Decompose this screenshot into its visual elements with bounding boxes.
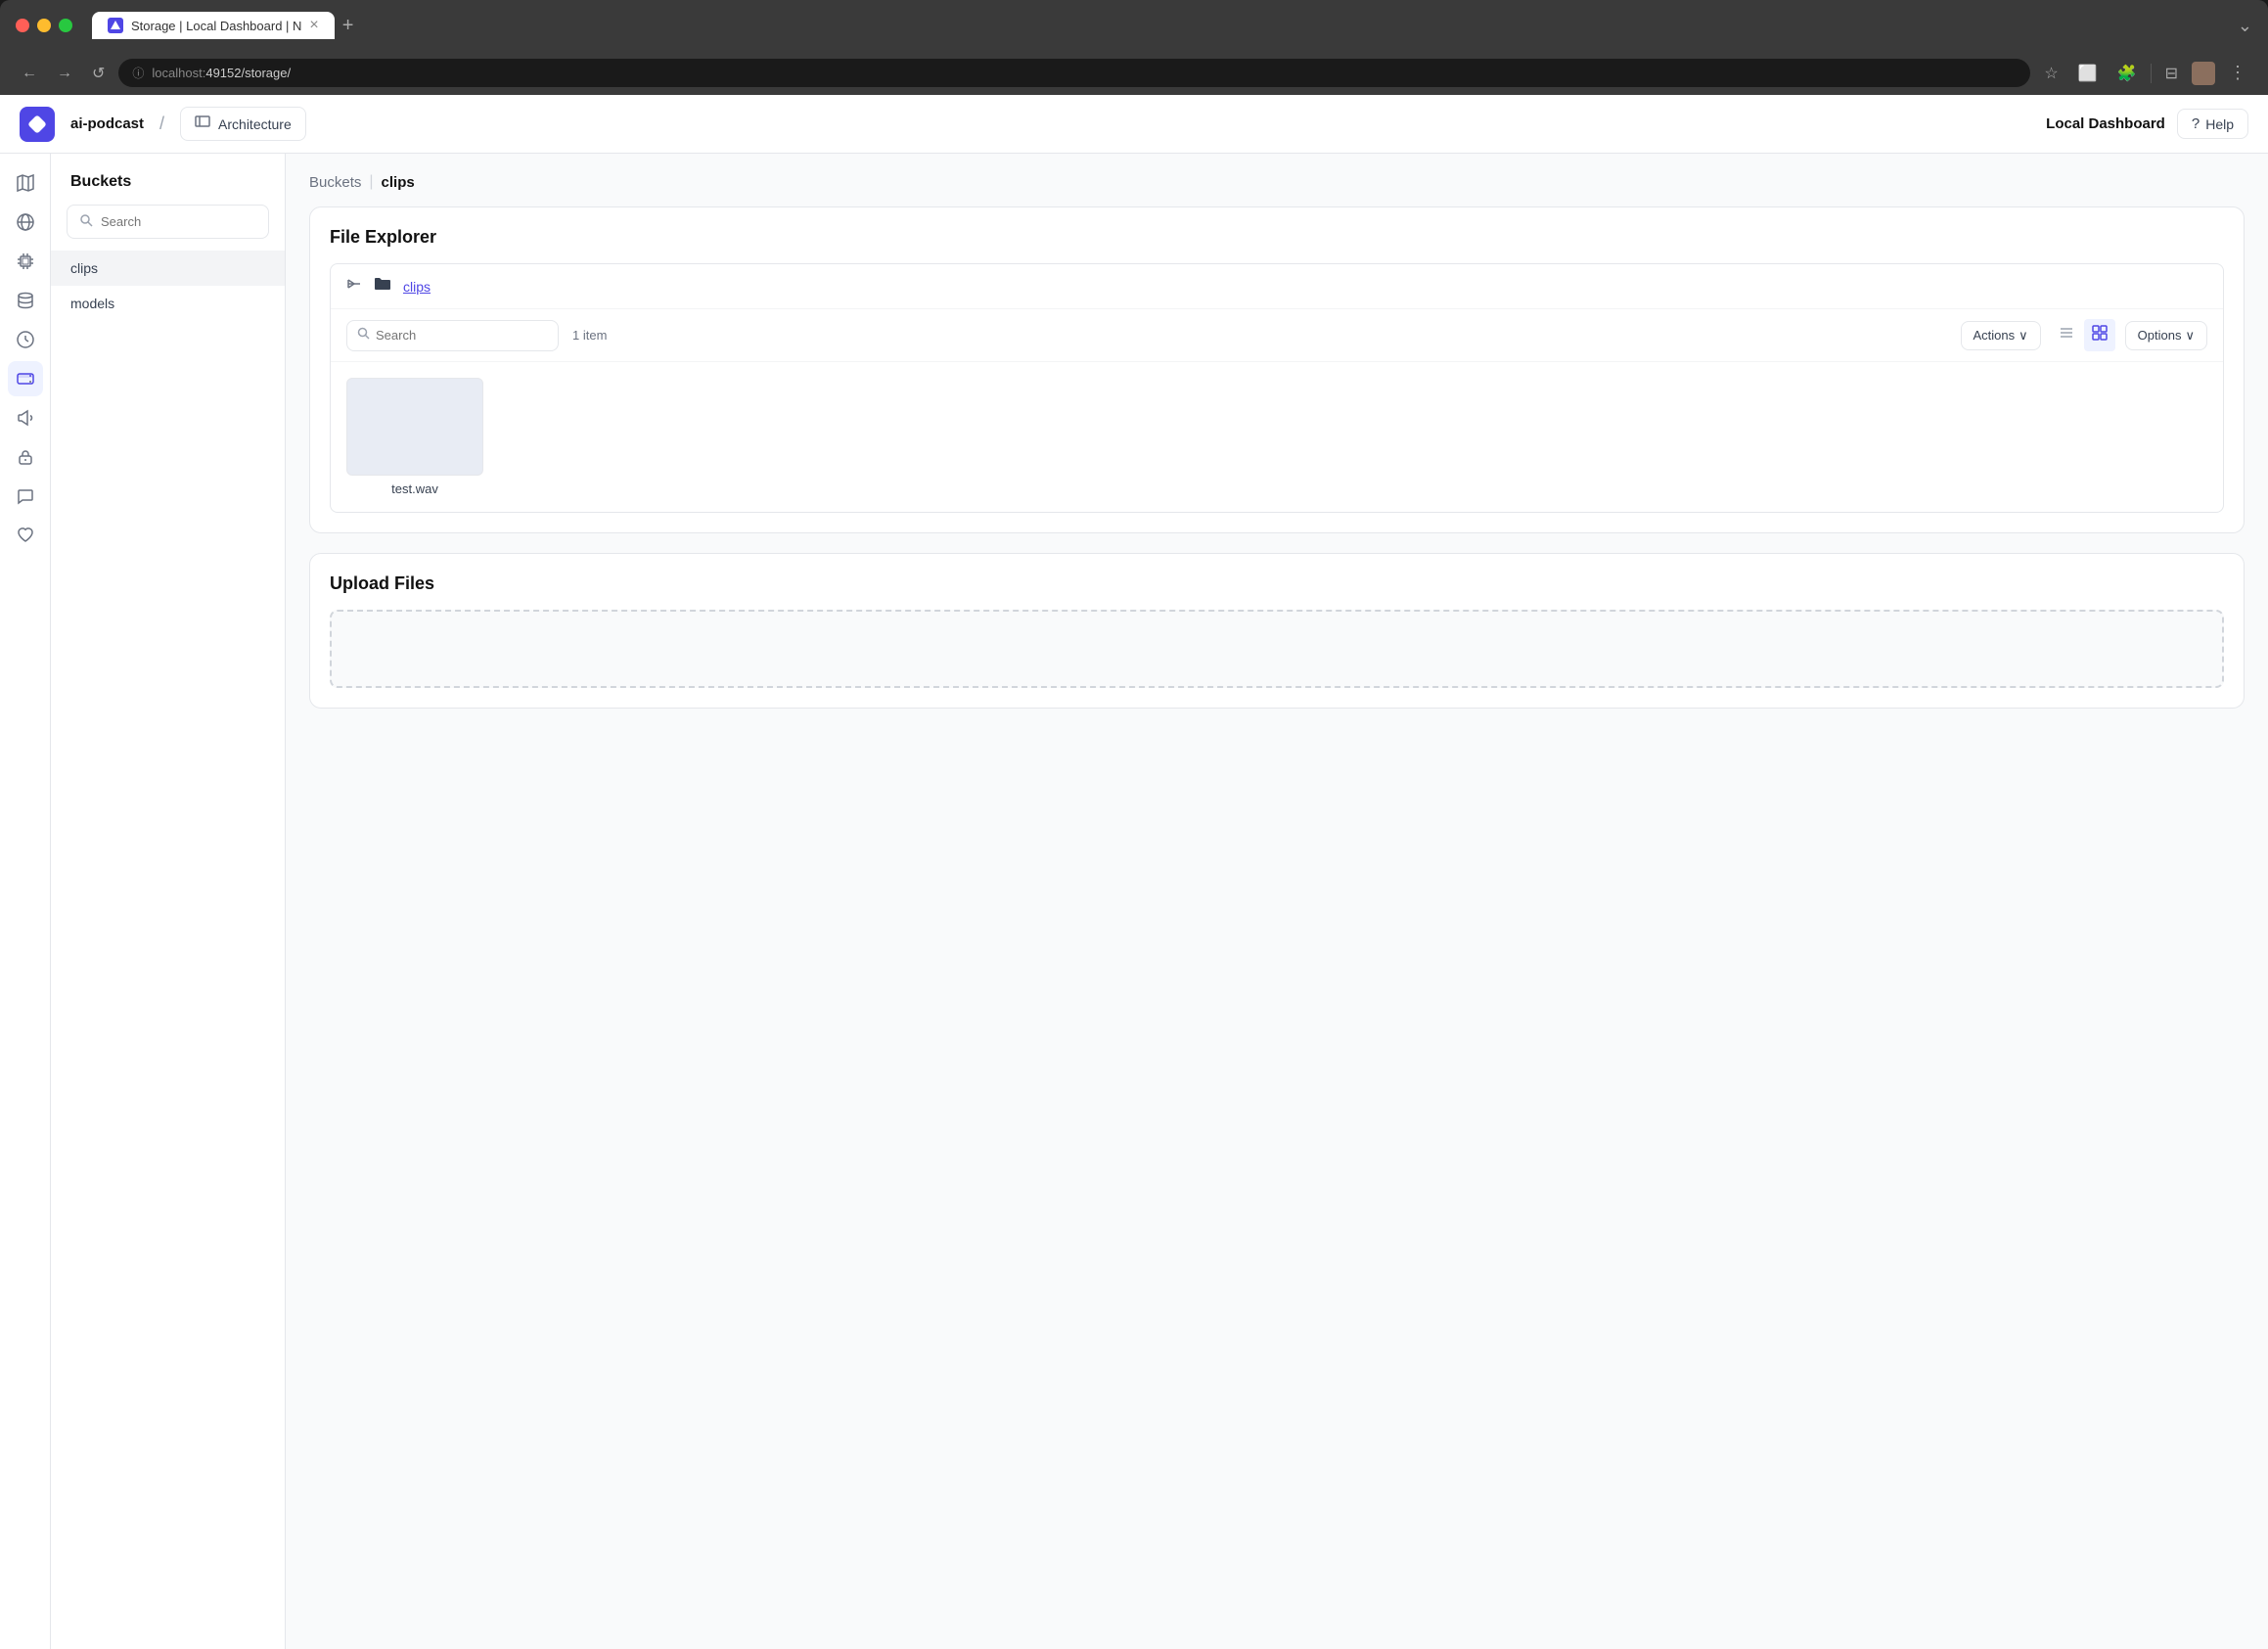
sidebar-item-chat[interactable]: [8, 479, 43, 514]
fe-list-view-button[interactable]: [2051, 319, 2082, 351]
file-name: test.wav: [391, 481, 438, 496]
app-header: ai-podcast / Architecture Local Dashboar…: [0, 95, 2268, 154]
secure-icon: ⓘ: [132, 65, 144, 81]
buckets-search-icon: [79, 213, 93, 230]
upload-dropzone[interactable]: [330, 610, 2224, 688]
sidebar-item-lock[interactable]: [8, 439, 43, 475]
fullscreen-traffic-light[interactable]: [59, 19, 72, 32]
fe-back-button[interactable]: [346, 276, 362, 297]
browser-tab[interactable]: Storage | Local Dashboard | N ×: [92, 12, 335, 39]
sidebar-item-clock[interactable]: [8, 322, 43, 357]
app-logo[interactable]: [20, 107, 55, 142]
file-explorer-inner: clips: [330, 263, 2224, 513]
profile-icon[interactable]: [2192, 62, 2215, 85]
buckets-title: Buckets: [51, 173, 285, 191]
local-dashboard-label: Local Dashboard: [2046, 115, 2165, 132]
fe-grid-view-button[interactable]: [2084, 319, 2115, 351]
tab-more-button[interactable]: ⌄: [2238, 16, 2252, 36]
architecture-icon: [195, 114, 210, 134]
header-right: Local Dashboard ? Help: [2046, 109, 2248, 139]
fe-actions-chevron: ∨: [2019, 328, 2028, 344]
folder-icon: [374, 276, 391, 297]
extensions-button[interactable]: 🧩: [2111, 60, 2143, 87]
forward-button[interactable]: →: [51, 61, 78, 86]
fe-search-input[interactable]: [376, 328, 548, 343]
file-explorer-title: File Explorer: [330, 227, 2224, 248]
breadcrumb-buckets[interactable]: Buckets: [309, 174, 361, 191]
cast-button[interactable]: ⊟: [2159, 60, 2184, 87]
new-tab-button[interactable]: +: [335, 15, 362, 37]
architecture-label: Architecture: [218, 116, 292, 132]
sidebar-item-megaphone[interactable]: [8, 400, 43, 435]
fe-header: clips: [331, 264, 2223, 309]
file-thumbnail: [346, 378, 483, 476]
breadcrumb-separator: |: [369, 173, 373, 191]
buckets-search-container[interactable]: [67, 205, 269, 239]
project-name[interactable]: ai-podcast: [70, 115, 144, 132]
toolbar-separator: [2151, 64, 2152, 83]
file-item-test-wav[interactable]: test.wav: [346, 378, 483, 496]
fe-folder-name[interactable]: clips: [403, 279, 431, 295]
sidebar-item-heart[interactable]: [8, 518, 43, 553]
sidebar-item-processor[interactable]: [8, 244, 43, 279]
bucket-item-clips[interactable]: clips: [51, 251, 285, 286]
fe-grid: test.wav: [331, 362, 2223, 512]
minimize-traffic-light[interactable]: [37, 19, 51, 32]
reload-button[interactable]: ↺: [86, 60, 111, 87]
back-button[interactable]: ←: [16, 61, 43, 86]
url-display: localhost:49152/storage/: [152, 66, 291, 80]
breadcrumb: Buckets | clips: [309, 173, 2245, 191]
header-separator: /: [159, 114, 164, 134]
sidebar-item-globe[interactable]: [8, 205, 43, 240]
tab-favicon: [108, 18, 123, 33]
menu-button[interactable]: ⋮: [2223, 59, 2252, 87]
fe-actions-button[interactable]: Actions ∨: [1961, 321, 2041, 350]
help-label: Help: [2205, 116, 2234, 132]
fe-search-icon: [357, 327, 370, 344]
fe-options-button[interactable]: Options ∨: [2125, 321, 2207, 350]
bookmark-button[interactable]: ☆: [2038, 60, 2064, 87]
close-traffic-light[interactable]: [16, 19, 29, 32]
screenshot-button[interactable]: ⬜: [2072, 60, 2104, 87]
tab-title: Storage | Local Dashboard | N: [131, 19, 301, 33]
main-content: Buckets | clips File Explorer: [286, 154, 2268, 1649]
breadcrumb-clips[interactable]: clips: [382, 174, 415, 191]
fe-view-buttons: [2051, 319, 2115, 351]
buckets-search-input[interactable]: [101, 214, 256, 229]
sidebar-item-storage[interactable]: [8, 361, 43, 396]
buckets-sidebar: Buckets clips models: [51, 154, 286, 1649]
sidebar-item-database[interactable]: [8, 283, 43, 318]
architecture-button[interactable]: Architecture: [180, 107, 306, 141]
fe-search-container[interactable]: [346, 320, 559, 351]
help-icon: ?: [2192, 115, 2200, 132]
tab-close-button[interactable]: ×: [309, 18, 318, 33]
fe-options-chevron: ∨: [2185, 328, 2195, 344]
icon-sidebar: [0, 154, 51, 1649]
upload-card: Upload Files: [309, 553, 2245, 709]
sidebar-item-map[interactable]: [8, 165, 43, 201]
help-button[interactable]: ? Help: [2177, 109, 2248, 139]
file-explorer-card: File Explorer: [309, 206, 2245, 533]
fe-item-count: 1 item: [572, 328, 607, 343]
address-bar[interactable]: ⓘ localhost:49152/storage/: [118, 59, 2030, 87]
upload-title: Upload Files: [330, 573, 2224, 594]
bucket-item-models[interactable]: models: [51, 286, 285, 321]
fe-toolbar: 1 item Actions ∨: [331, 309, 2223, 362]
